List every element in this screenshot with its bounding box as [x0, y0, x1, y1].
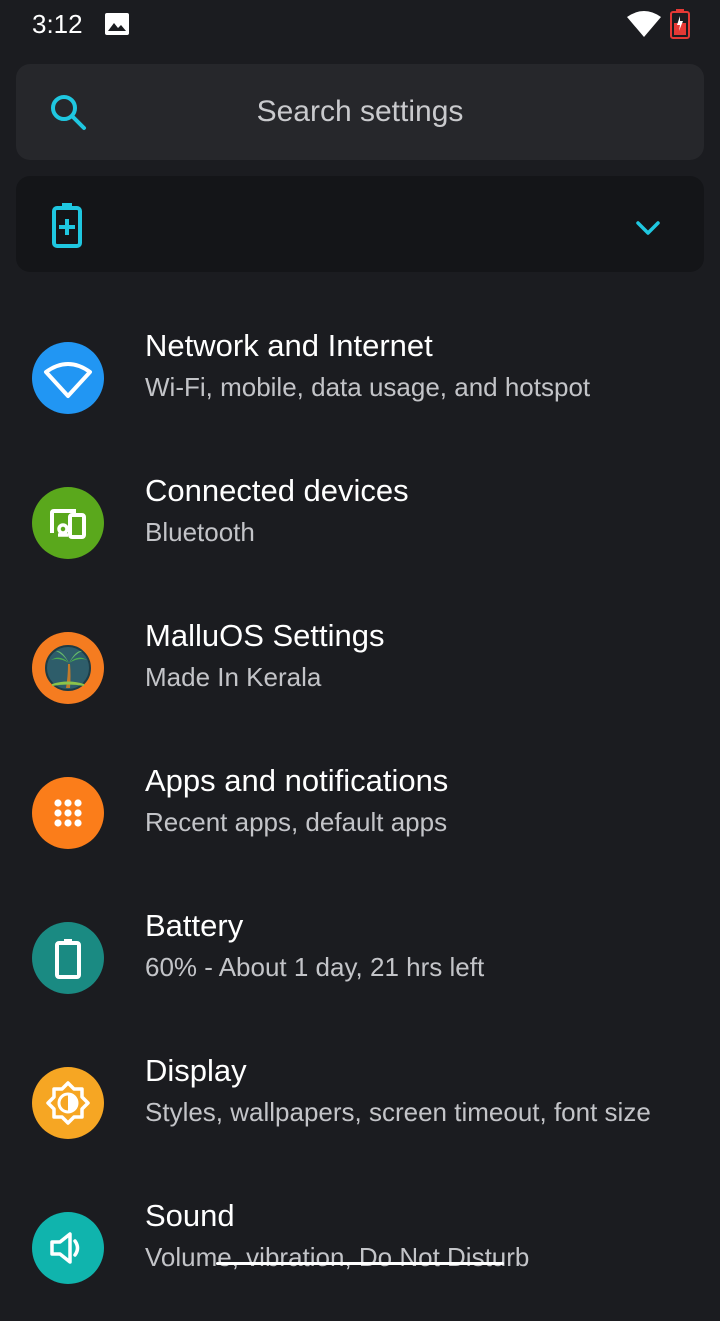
setting-sound[interactable]: Sound Volume, vibration, Do Not Disturb: [0, 1176, 720, 1321]
setting-apps-notifications[interactable]: Apps and notifications Recent apps, defa…: [0, 741, 720, 886]
brightness-icon: [32, 1067, 104, 1139]
setting-malluos[interactable]: MalluOS Settings Made In Kerala: [0, 596, 720, 741]
setting-subtitle: Volume, vibration, Do Not Disturb: [145, 1242, 530, 1272]
setting-title: Sound: [145, 1198, 235, 1233]
palm-tree-icon: [32, 632, 104, 704]
setting-title: Display: [145, 1053, 247, 1088]
setting-title: Battery: [145, 908, 244, 943]
setting-title: Apps and notifications: [145, 763, 449, 798]
setting-battery[interactable]: Battery 60% - About 1 day, 21 hrs left: [0, 886, 720, 1031]
setting-subtitle: Bluetooth: [145, 517, 255, 547]
wifi-icon: [627, 11, 661, 37]
battery-saver-icon: [52, 203, 82, 248]
setting-subtitle: Styles, wallpapers, screen timeout, font…: [145, 1097, 651, 1127]
suggestion-card[interactable]: [16, 176, 704, 272]
status-bar: 3:12: [0, 0, 720, 50]
status-time: 3:12: [32, 9, 83, 39]
battery-icon: [32, 922, 104, 994]
battery-icon: [670, 9, 690, 39]
chevron-down-icon[interactable]: [632, 214, 664, 242]
image-icon: [105, 13, 129, 35]
setting-subtitle: 60% - About 1 day, 21 hrs left: [145, 952, 485, 982]
setting-title: Connected devices: [145, 473, 409, 508]
devices-icon: [32, 487, 104, 559]
setting-subtitle: Recent apps, default apps: [145, 807, 448, 837]
wifi-icon: [32, 342, 104, 414]
setting-title: MalluOS Settings: [145, 618, 385, 653]
setting-network-internet[interactable]: Network and Internet Wi-Fi, mobile, data…: [0, 306, 720, 451]
setting-subtitle: Made In Kerala: [145, 662, 322, 692]
apps-grid-icon: [32, 777, 104, 849]
setting-display[interactable]: Display Styles, wallpapers, screen timeo…: [0, 1031, 720, 1176]
setting-connected-devices[interactable]: Connected devices Bluetooth: [0, 451, 720, 596]
setting-title: Network and Internet: [145, 328, 433, 363]
search-input[interactable]: Search settings: [16, 64, 704, 160]
setting-subtitle: Wi-Fi, mobile, data usage, and hotspot: [145, 372, 591, 402]
volume-icon: [32, 1212, 104, 1284]
navigation-handle[interactable]: [216, 1262, 504, 1265]
